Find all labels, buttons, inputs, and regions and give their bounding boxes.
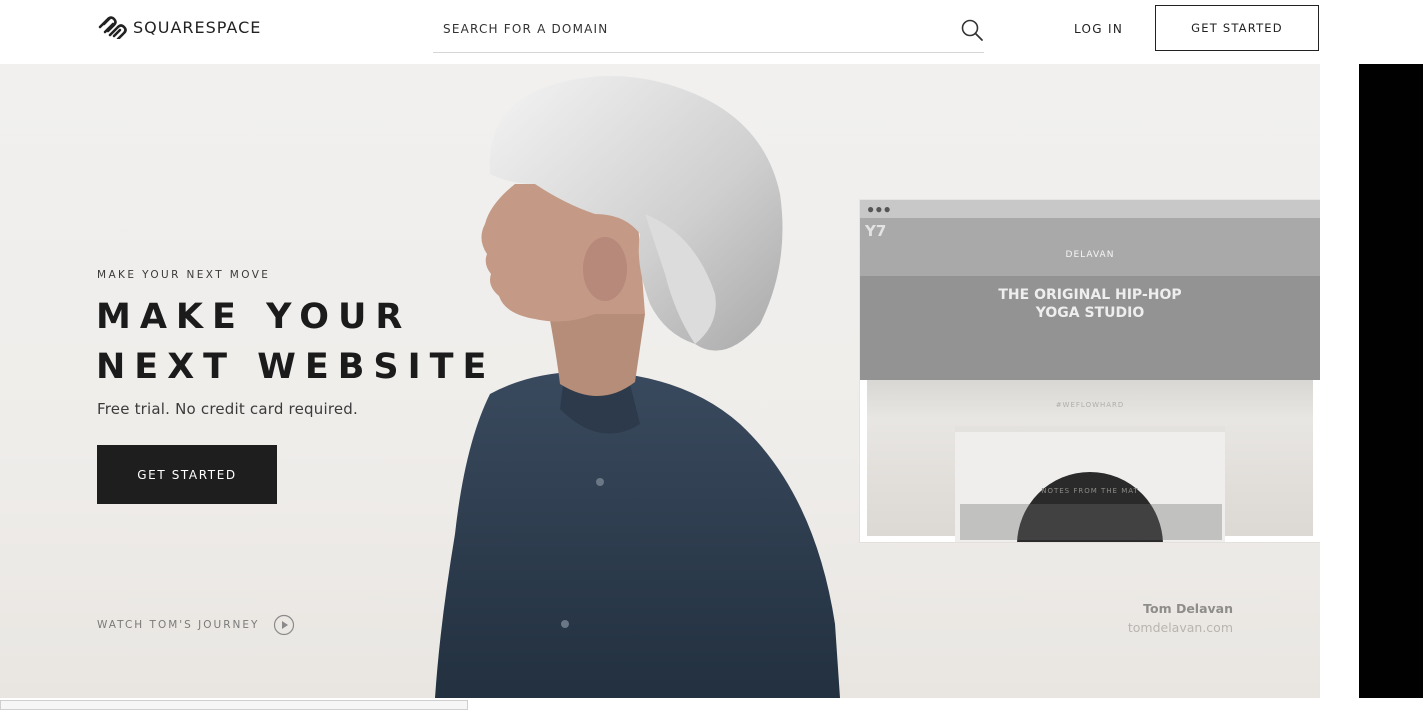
preview-brand: DELAVAN [1065,250,1115,260]
domain-search [433,8,984,53]
hero-subline: Free trial. No credit card required. [97,400,358,418]
website-preview: Y7 DELAVAN ●●● THE ORIGINAL HIP-HOP YOGA… [860,200,1320,542]
logo-text: SQUARESPACE [133,17,262,37]
side-black-strip [1359,64,1423,698]
preview-tagline: #WEFLOWHARD [1055,401,1125,409]
get-started-hero-button[interactable]: GET STARTED [97,445,277,504]
hero-eyebrow: MAKE YOUR NEXT MOVE [97,269,271,281]
get-started-header-button[interactable]: GET STARTED [1155,5,1319,51]
preview-section-band [960,504,1222,540]
squarespace-logo-icon [98,16,127,39]
hero-section: MAKE YOUR NEXT MOVE MAKE YOUR NEXT WEBSI… [0,64,1320,698]
customer-website-link[interactable]: tomdelavan.com [1100,620,1233,635]
headline-line-2: NEXT WEBSITE [96,347,496,387]
login-link[interactable]: LOG IN [1074,22,1123,36]
hero-headline: MAKE YOUR NEXT WEBSITE [96,292,495,392]
watch-journey-link[interactable]: WATCH TOM'S JOURNEY [97,614,295,636]
preview-title: THE ORIGINAL HIP-HOP YOGA STUDIO [998,287,1182,321]
squarespace-logo[interactable]: SQUARESPACE [97,15,261,39]
play-icon[interactable] [273,614,295,636]
browser-status-bar [0,700,468,710]
top-nav: SQUARESPACE LOG IN GET STARTED [0,0,1423,64]
browser-chrome-bar: ●●● [860,200,1320,218]
headline-line-1: MAKE YOUR [96,297,412,337]
domain-search-input[interactable] [443,22,923,36]
watch-journey-label: WATCH TOM'S JOURNEY [97,619,260,631]
customer-name: Tom Delavan [1143,601,1233,616]
window-dots-icon: ●●● [867,202,892,216]
preview-logo: Y7 [865,222,887,240]
preview-section-label: NOTES FROM THE MAT [1041,487,1139,495]
search-icon[interactable] [960,18,984,47]
